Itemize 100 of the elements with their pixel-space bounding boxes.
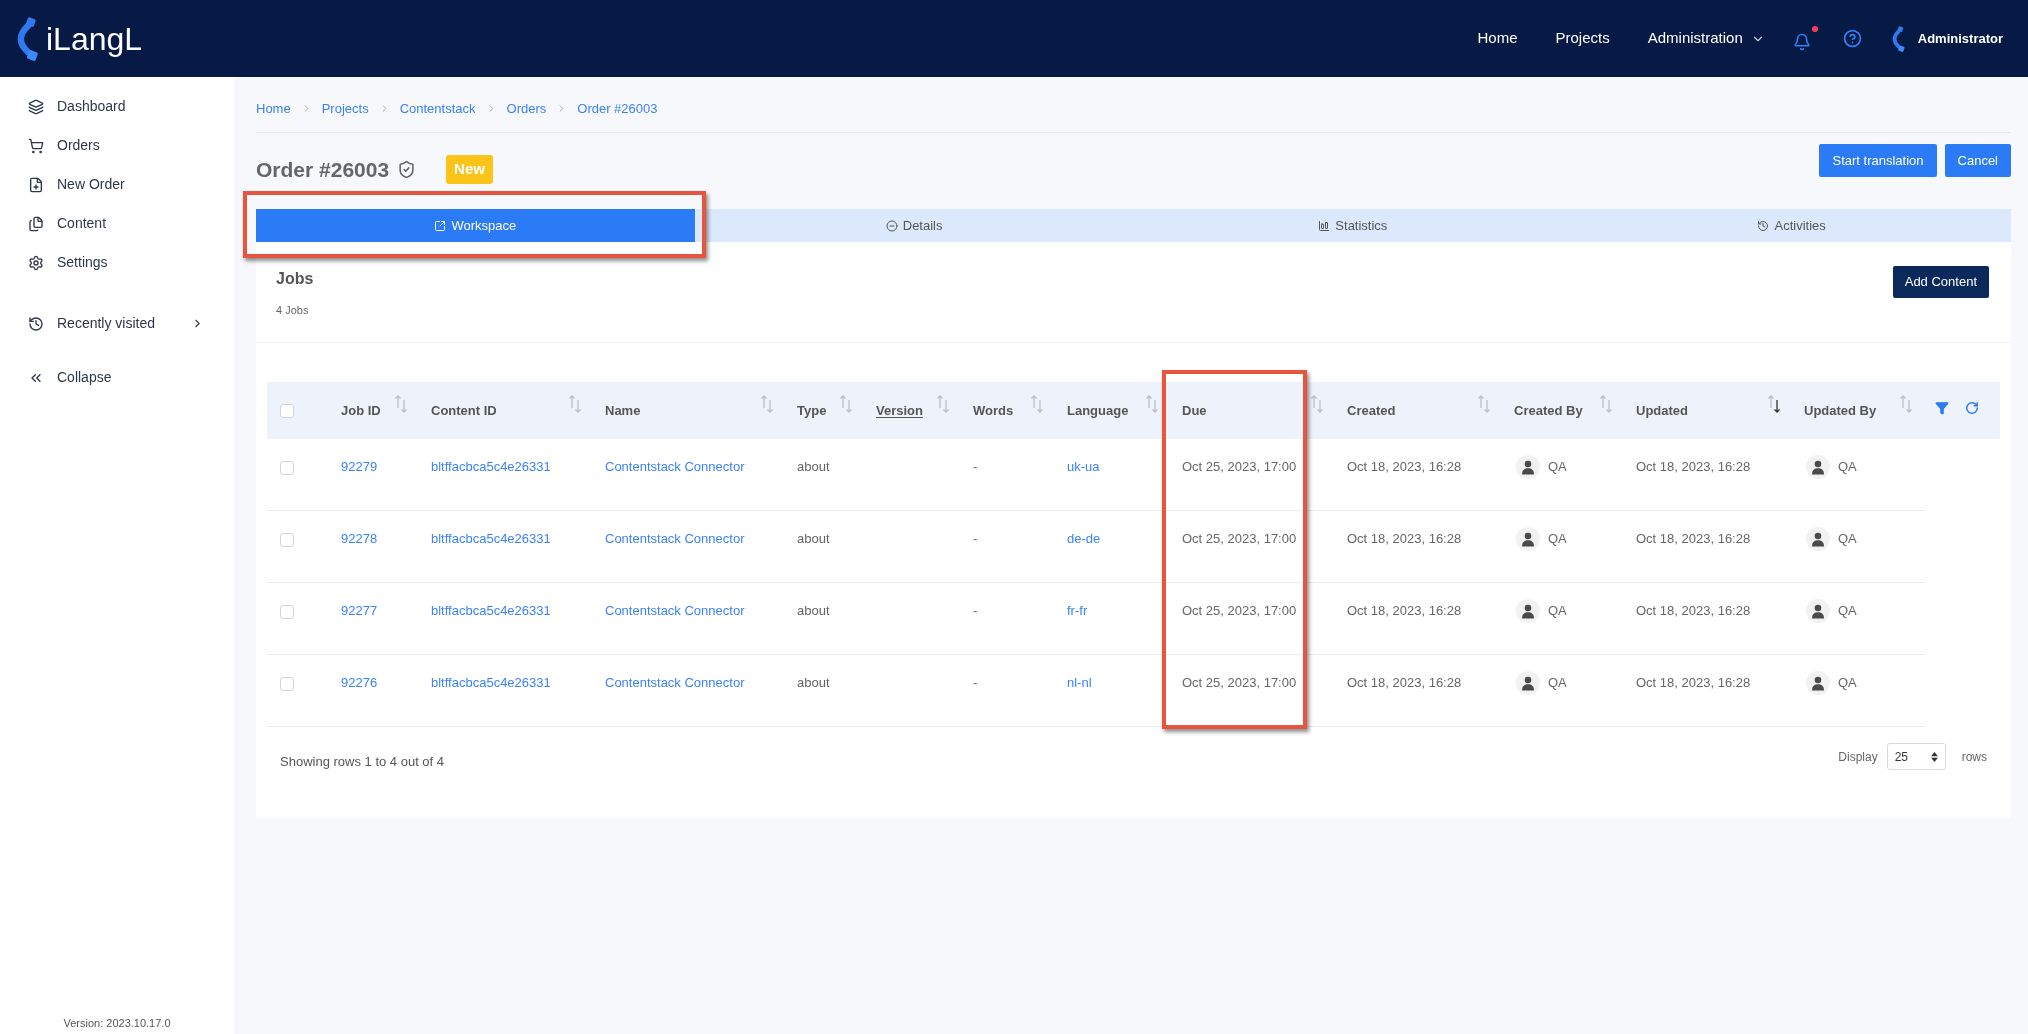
action-button[interactable]: Cancel	[1944, 144, 2011, 177]
job-id-link[interactable]: 92277	[341, 603, 378, 618]
settings-icon	[28, 254, 44, 271]
checkbox[interactable]	[280, 677, 294, 691]
user-avatar-icon	[1806, 527, 1830, 551]
content-name-link[interactable]: Contentstack Connector	[605, 531, 745, 546]
column-header: Due	[1182, 401, 1207, 420]
breadcrumb-link[interactable]: Contentstack	[399, 98, 476, 119]
sort-icon[interactable]	[1767, 394, 1781, 413]
history-icon	[28, 315, 44, 332]
section-title: Jobs	[276, 269, 314, 289]
file-plus-icon	[28, 176, 44, 193]
add-content-button[interactable]: Add Content	[1892, 266, 1989, 298]
sidebar-item[interactable]: Settings	[0, 243, 234, 282]
column-header: Updated By	[1804, 401, 1877, 420]
user-avatar-icon	[1516, 527, 1540, 551]
language-link[interactable]: fr-fr	[1067, 603, 1088, 618]
tab[interactable]: Activities	[1572, 209, 2011, 242]
content-type: about	[797, 459, 830, 474]
content-name-link[interactable]: Contentstack Connector	[605, 603, 745, 618]
tab[interactable]: Statistics	[1133, 209, 1573, 242]
breadcrumb-link[interactable]: Home	[256, 98, 291, 119]
logo-text: iLangL	[46, 22, 143, 55]
column-header: Words	[973, 401, 1014, 420]
nav-dropdown[interactable]: Administration	[1647, 27, 1765, 50]
breadcrumb-link[interactable]: Order #26003	[577, 98, 658, 119]
filter-icon[interactable]	[1935, 400, 1949, 415]
word-count: -	[973, 675, 978, 690]
user-name[interactable]: Administrator	[1917, 28, 2003, 49]
created-date: Oct 18, 2023, 16:28	[1347, 675, 1462, 690]
rows-label: rows	[1961, 748, 1987, 766]
tab[interactable]: Workspace	[256, 209, 695, 242]
word-count: -	[973, 531, 978, 546]
checkbox[interactable]	[280, 605, 294, 619]
cart-icon	[28, 137, 44, 154]
help-icon[interactable]	[1842, 29, 1862, 48]
column-header: Content ID	[431, 401, 497, 420]
content-name-link[interactable]: Contentstack Connector	[605, 459, 745, 474]
column-header: Version	[876, 401, 923, 420]
content-name-link[interactable]: Contentstack Connector	[605, 675, 745, 690]
content-id-link[interactable]: bltffacbca5c4e26331	[431, 459, 551, 474]
content-type: about	[797, 675, 830, 690]
status-badge: New	[446, 155, 493, 184]
content-id-link[interactable]: bltffacbca5c4e26331	[431, 531, 551, 546]
breadcrumb-link[interactable]: Orders	[506, 98, 547, 119]
checkbox[interactable]	[280, 533, 294, 547]
refresh-icon[interactable]	[1965, 400, 1979, 415]
content-id-link[interactable]: bltffacbca5c4e26331	[431, 603, 551, 618]
creator-name: QA	[1548, 530, 1567, 548]
user-avatar-icon	[1806, 599, 1830, 623]
rows-summary: Showing rows 1 to 4 out of 4	[280, 753, 445, 771]
updater-name: QA	[1838, 674, 1857, 692]
history-icon	[1757, 219, 1770, 232]
up-down-caret-icon	[1930, 751, 1938, 762]
bell-icon	[1792, 33, 1811, 51]
sidebar-item[interactable]: Recently visited	[0, 304, 234, 343]
nav-link[interactable]: Home	[1477, 27, 1518, 50]
user-avatar-icon	[1516, 671, 1540, 695]
sidebar-item[interactable]: Orders	[0, 126, 234, 165]
content-type: about	[797, 603, 830, 618]
language-link[interactable]: nl-nl	[1067, 675, 1092, 690]
minus-circle-icon	[885, 219, 898, 232]
layers-icon	[28, 98, 44, 115]
job-id-link[interactable]: 92279	[341, 459, 378, 474]
created-date: Oct 18, 2023, 16:28	[1347, 459, 1462, 474]
page-size-select[interactable]: 25	[1886, 743, 1946, 770]
column-header: Language	[1067, 401, 1129, 420]
sidebar-item[interactable]: New Order	[0, 165, 234, 204]
word-count: -	[973, 603, 978, 618]
collapse-button[interactable]: Collapse	[0, 358, 234, 397]
updated-date: Oct 18, 2023, 16:28	[1636, 675, 1751, 690]
breadcrumb-link[interactable]: Projects	[321, 98, 369, 119]
version-label: Version: 2023.10.17.0	[62, 1016, 172, 1030]
checkbox[interactable]	[280, 403, 294, 418]
created-date: Oct 18, 2023, 16:28	[1347, 531, 1462, 546]
tab[interactable]: Details	[694, 209, 1134, 242]
content-id-link[interactable]: bltffacbca5c4e26331	[431, 675, 551, 690]
due-date: Oct 25, 2023, 17:00	[1182, 531, 1297, 546]
creator-name: QA	[1548, 458, 1567, 476]
column-header: Name	[605, 401, 641, 420]
arrow-square-icon	[434, 219, 447, 232]
language-link[interactable]: uk-ua	[1067, 459, 1100, 474]
documents-icon	[28, 215, 44, 232]
due-date: Oct 25, 2023, 17:00	[1182, 603, 1297, 618]
job-id-link[interactable]: 92278	[341, 531, 378, 546]
creator-name: QA	[1548, 602, 1567, 620]
due-date: Oct 25, 2023, 17:00	[1182, 675, 1297, 690]
word-count: -	[973, 459, 978, 474]
job-id-link[interactable]: 92276	[341, 675, 378, 690]
action-button[interactable]: Start translation	[1819, 144, 1937, 177]
updated-date: Oct 18, 2023, 16:28	[1636, 459, 1751, 474]
sidebar-item[interactable]: Content	[0, 204, 234, 243]
language-link[interactable]: de-de	[1067, 531, 1101, 546]
notifications-button[interactable]	[1792, 26, 1818, 51]
sidebar-item[interactable]: Dashboard	[0, 87, 234, 126]
bar-chart-icon	[1318, 219, 1331, 232]
checkbox[interactable]	[280, 461, 294, 475]
user-avatar-icon	[1806, 455, 1830, 479]
nav-link[interactable]: Projects	[1555, 27, 1610, 50]
column-header: Created By	[1514, 401, 1583, 420]
